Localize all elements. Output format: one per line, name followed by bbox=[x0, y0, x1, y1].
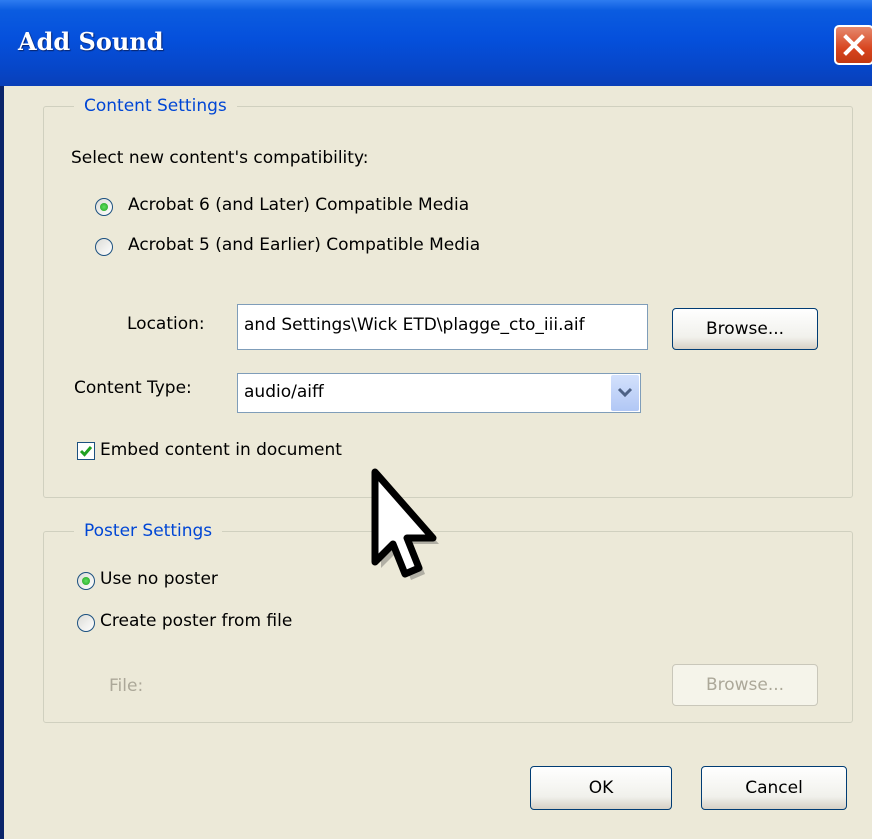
location-browse-button[interactable]: Browse... bbox=[672, 308, 818, 350]
acrobat6-radio[interactable] bbox=[95, 198, 113, 216]
use-no-poster-radio[interactable] bbox=[77, 572, 95, 590]
cancel-button[interactable]: Cancel bbox=[701, 766, 847, 810]
compatibility-label: Select new content's compatibility: bbox=[71, 148, 369, 168]
location-browse-label: Browse... bbox=[705, 319, 785, 339]
location-input[interactable]: and Settings\Wick ETD\plagge_cto_iii.aif bbox=[237, 304, 648, 350]
location-label: Location: bbox=[127, 314, 205, 334]
content-settings-legend: Content Settings bbox=[84, 96, 227, 116]
mouse-cursor-icon bbox=[371, 468, 439, 580]
close-button[interactable] bbox=[834, 25, 872, 65]
poster-browse-label: Browse... bbox=[705, 675, 785, 695]
poster-browse-button[interactable]: Browse... bbox=[672, 664, 818, 706]
content-type-select[interactable]: audio/aiff bbox=[237, 373, 641, 413]
acrobat6-label[interactable]: Acrobat 6 (and Later) Compatible Media bbox=[128, 195, 469, 215]
ok-label: OK bbox=[588, 778, 614, 798]
file-label: File: bbox=[109, 676, 144, 696]
dialog-body: Content Settings Select new content's co… bbox=[4, 86, 872, 839]
location-value: and Settings\Wick ETD\plagge_cto_iii.aif bbox=[244, 315, 585, 335]
dialog-title: Add Sound bbox=[18, 27, 164, 56]
acrobat5-radio[interactable] bbox=[95, 238, 113, 256]
use-no-poster-label[interactable]: Use no poster bbox=[100, 569, 218, 589]
title-bar[interactable]: Add Sound bbox=[0, 0, 872, 86]
acrobat5-label[interactable]: Acrobat 5 (and Earlier) Compatible Media bbox=[128, 235, 480, 255]
content-type-label: Content Type: bbox=[74, 378, 192, 398]
poster-settings-legend: Poster Settings bbox=[84, 521, 213, 541]
embed-label[interactable]: Embed content in document bbox=[100, 440, 342, 460]
add-sound-dialog: Add Sound Content Settings Select new co… bbox=[0, 0, 872, 839]
content-type-value: audio/aiff bbox=[244, 382, 324, 402]
close-icon bbox=[843, 34, 865, 56]
ok-button[interactable]: OK bbox=[530, 766, 672, 810]
cancel-label: Cancel bbox=[745, 778, 803, 798]
embed-checkbox[interactable] bbox=[77, 442, 95, 460]
poster-from-file-radio[interactable] bbox=[77, 614, 95, 632]
poster-from-file-label[interactable]: Create poster from file bbox=[100, 611, 292, 631]
chevron-down-icon[interactable] bbox=[611, 375, 639, 411]
checkmark-icon bbox=[79, 446, 93, 457]
